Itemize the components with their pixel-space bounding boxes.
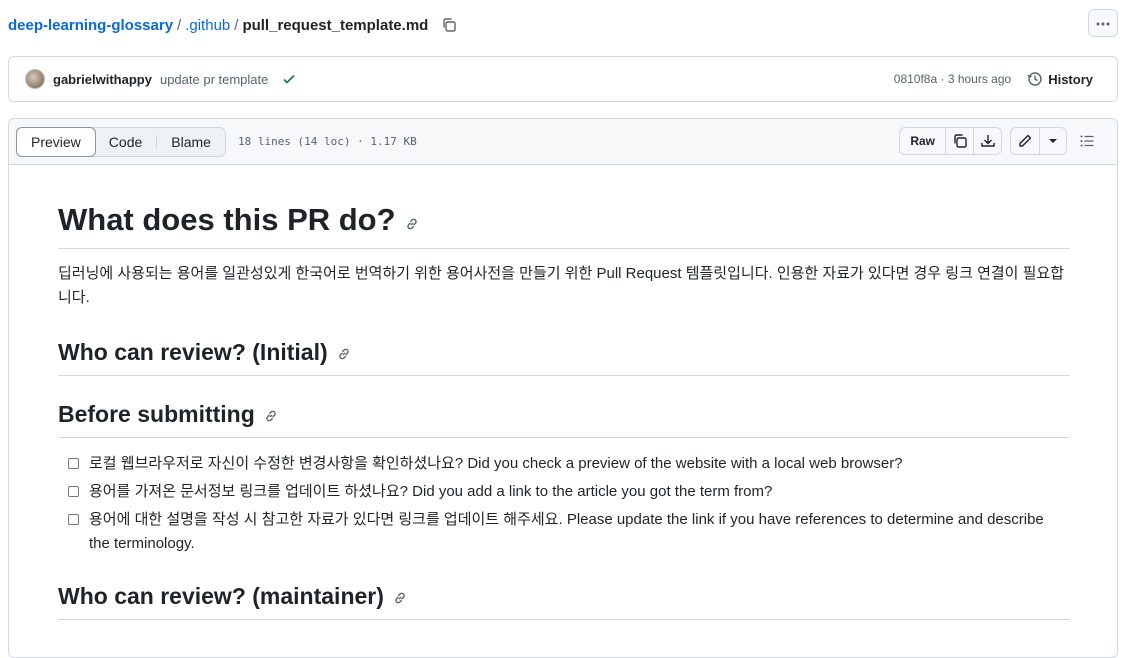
intro-paragraph: 딥러닝에 사용되는 용어를 일관성있게 한국어로 번역하기 위한 용어사전을 만… [58, 265, 1065, 306]
triangle-down-icon [1049, 139, 1057, 143]
check-icon [282, 72, 296, 86]
heading-who-can-review-initial: Who can review? (Initial) [58, 337, 1070, 376]
heading-text: Who can review? (Initial) [58, 339, 328, 365]
breadcrumb-file-name: pull_request_template.md [242, 16, 429, 34]
edit-group [1010, 127, 1067, 155]
avatar[interactable] [25, 69, 45, 89]
tab-preview[interactable]: Preview [16, 126, 96, 157]
heading-text: Before submitting [58, 401, 255, 427]
link-icon[interactable] [404, 202, 420, 242]
copy-icon [953, 134, 967, 148]
link-icon[interactable] [392, 583, 408, 613]
task-list-item: 로컬 웹브라우저로 자신이 수정한 변경사항을 확인하셨나요? Did you … [67, 452, 1067, 476]
link-icon[interactable] [263, 401, 279, 431]
download-icon [980, 135, 995, 147]
file-meta: 18 lines (14 loc) · 1.17 KB [237, 135, 417, 148]
heading-text: Who can review? (maintainer) [58, 583, 384, 609]
task-list: 로컬 웹브라우저로 자신이 수정한 변경사항을 확인하셨나요? Did you … [67, 452, 1067, 560]
copy-raw-button[interactable] [945, 128, 973, 154]
task-text: 용어를 가져온 문서정보 링크를 업데이트 하셨나요? Did you add … [89, 483, 773, 500]
latest-commit-bar: gabrielwithappy update pr template 0810f… [8, 56, 1118, 102]
task-checkbox [68, 486, 79, 497]
pencil-icon [1019, 134, 1032, 147]
task-text: 용어에 대한 설명을 작성 시 참고한 자료가 있다면 링크를 업데이트 해주세… [89, 511, 1044, 552]
breadcrumb-repo-link[interactable]: deep-learning-glossary [8, 17, 173, 34]
view-mode-tabs: Preview Code Blame [16, 126, 226, 157]
commit-author-link[interactable]: gabrielwithappy [53, 72, 152, 87]
task-list-item: 용어를 가져온 문서정보 링크를 업데이트 하셨나요? Did you add … [67, 480, 1067, 504]
task-text: 로컬 웹브라우저로 자신이 수정한 변경사항을 확인하셨나요? Did you … [89, 455, 903, 472]
history-icon [1027, 72, 1042, 86]
commit-message-link[interactable]: update pr template [160, 72, 268, 87]
file-actions: Raw [899, 127, 1067, 155]
breadcrumb-separator: / [234, 16, 239, 34]
task-checkbox [68, 458, 79, 469]
breadcrumb: deep-learning-glossary / .github / pull_… [8, 13, 458, 37]
tab-blame[interactable]: Blame [157, 128, 225, 156]
breadcrumb-folder-link[interactable]: .github [185, 17, 230, 34]
copy-path-icon[interactable] [440, 16, 458, 34]
raw-button[interactable]: Raw [900, 128, 945, 154]
download-button[interactable] [973, 128, 1001, 154]
link-icon[interactable] [336, 339, 352, 369]
file-viewer-header: Preview Code Blame 18 lines (14 loc) · 1… [9, 119, 1117, 165]
heading-text: What does this PR do? [58, 202, 396, 237]
commit-sha-time[interactable]: 0810f8a · 3 hours ago [894, 72, 1011, 86]
kebab-horizontal-icon [1095, 14, 1111, 32]
heading-before-submitting: Before submitting [58, 399, 1070, 438]
task-checkbox [68, 514, 79, 525]
history-button[interactable]: History [1027, 71, 1093, 87]
edit-button[interactable] [1011, 128, 1039, 154]
edit-dropdown-button[interactable] [1039, 128, 1066, 154]
tab-code[interactable]: Code [95, 128, 156, 156]
heading-who-can-review-maintainer: Who can review? (maintainer) [58, 581, 1070, 620]
task-list-item: 용어에 대한 설명을 작성 시 참고한 자료가 있다면 링크를 업데이트 해주세… [67, 508, 1067, 556]
more-options-button[interactable] [1088, 9, 1118, 37]
file-viewer: Preview Code Blame 18 lines (14 loc) · 1… [8, 118, 1118, 658]
raw-copy-download-group: Raw [899, 127, 1002, 155]
outline-list-icon[interactable] [1079, 133, 1095, 154]
heading-what-does-this-pr-do: What does this PR do? [58, 200, 1070, 249]
history-label: History [1048, 71, 1093, 87]
breadcrumb-separator: / [177, 16, 182, 34]
